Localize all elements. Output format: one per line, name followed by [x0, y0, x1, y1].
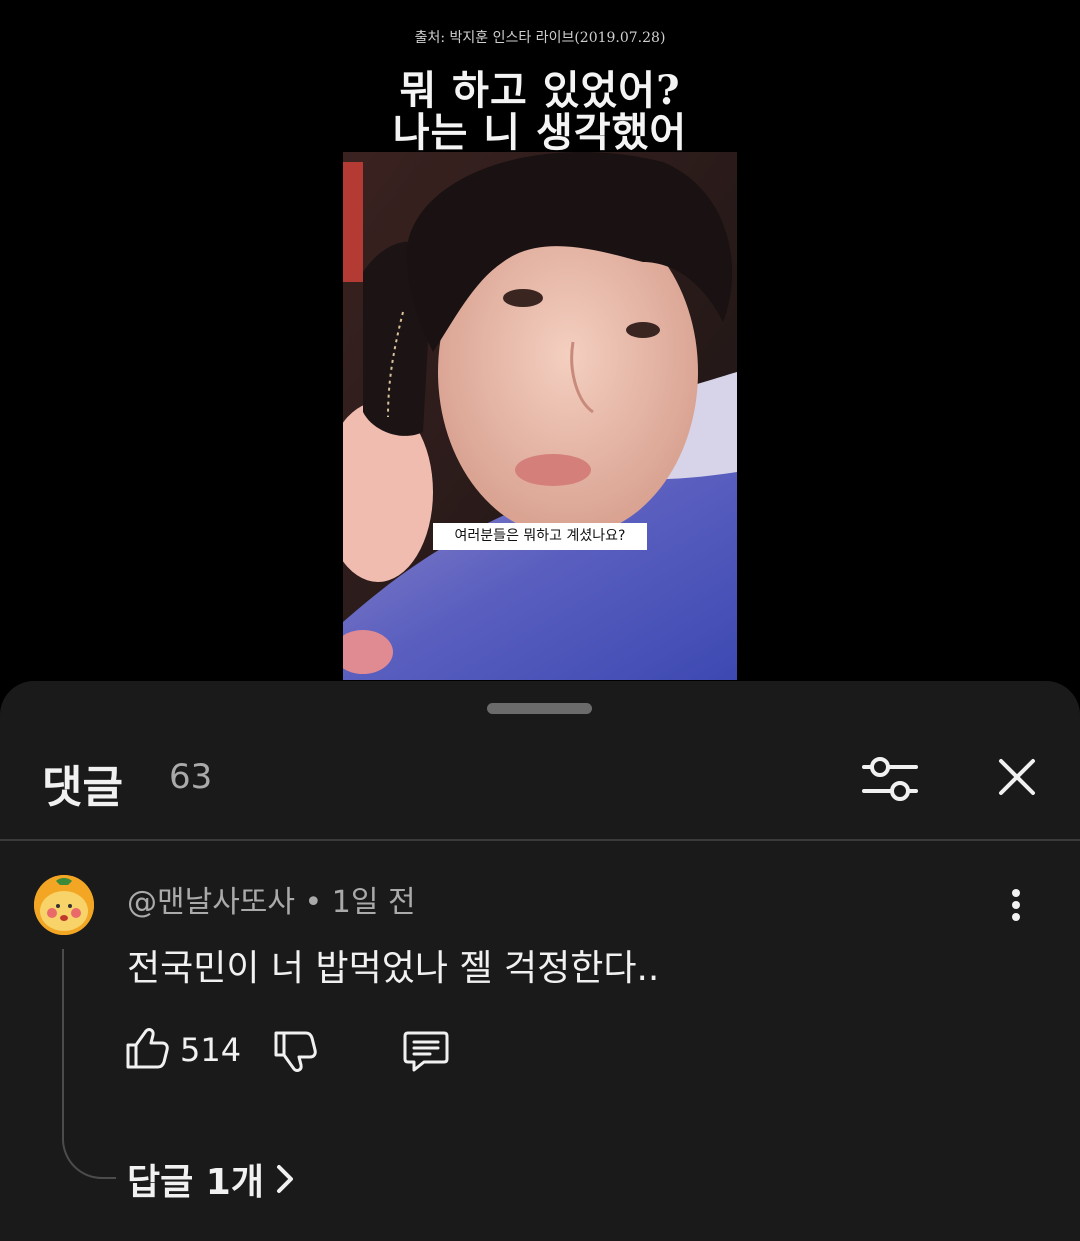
comment-time: 1일 전 — [331, 885, 416, 920]
comments-sheet: 댓글 63 @맨날사또사 • 1일 전 전국민이 너 밥먹었나 젤 걱정한다..… — [0, 681, 1080, 1241]
avatar[interactable] — [34, 875, 94, 935]
video-frame-image — [343, 152, 737, 680]
like-count: 514 — [180, 1031, 242, 1069]
sheet-drag-handle[interactable] — [487, 703, 592, 714]
video-subtitle: 여러분들은 뭐하고 계셨나요? — [433, 523, 647, 550]
comments-title: 댓글 — [42, 762, 123, 813]
close-icon — [999, 759, 1035, 795]
avatar-image — [34, 875, 94, 935]
video-frame — [343, 152, 737, 680]
comments-count: 63 — [169, 757, 213, 797]
thumbs-up-icon — [126, 1028, 169, 1069]
comment-icon — [403, 1031, 449, 1072]
more-vertical-icon — [1012, 889, 1020, 921]
comment-author[interactable]: @맨날사또사 — [127, 885, 295, 920]
thumbs-down-icon — [274, 1031, 317, 1072]
sort-filter-button[interactable] — [860, 751, 922, 807]
video-source-caption: 출처: 박지훈 인스타 라이브(2019.07.28) — [414, 30, 666, 46]
view-replies-link[interactable]: 답글 1개 — [127, 1153, 296, 1205]
close-button[interactable] — [993, 753, 1041, 801]
video-player[interactable]: 출처: 박지훈 인스타 라이브(2019.07.28) 뭐 하고 있었어? 나는… — [0, 0, 1080, 700]
like-button[interactable] — [124, 1025, 170, 1071]
replies-label: 답글 1개 — [127, 1162, 264, 1203]
dislike-button[interactable] — [272, 1029, 318, 1075]
chevron-right-icon — [276, 1165, 293, 1193]
sliders-icon — [862, 757, 918, 801]
reply-button[interactable] — [402, 1027, 450, 1073]
meta-separator: • — [304, 885, 323, 920]
video-title-line-2: 나는 니 생각했어 — [392, 109, 688, 156]
reply-thread-line — [62, 949, 116, 1179]
sheet-divider — [0, 839, 1080, 841]
comment-more-button[interactable] — [1000, 885, 1032, 925]
comment-text: 전국민이 너 밥먹었나 젤 걱정한다.. — [127, 948, 660, 989]
comment-meta: @맨날사또사 • 1일 전 — [127, 877, 416, 921]
